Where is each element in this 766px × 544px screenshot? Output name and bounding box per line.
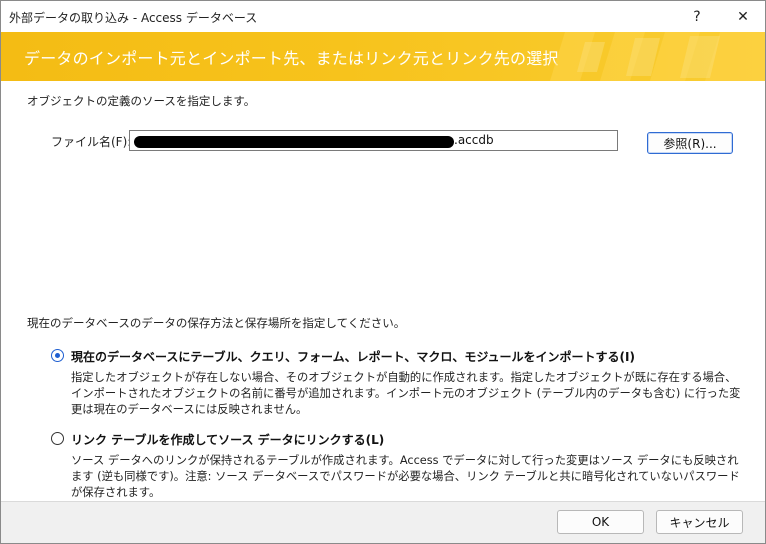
import-dialog: 外部データの取り込み - Access データベース ? ✕ データのインポート… <box>0 0 766 544</box>
file-name-label: ファイル名(F): <box>51 135 132 149</box>
browse-button[interactable]: 参照(R)... <box>647 132 733 154</box>
import-option-label[interactable]: 現在のデータベースにテーブル、クエリ、フォーム、レポート、マクロ、モジュールをイ… <box>71 348 635 365</box>
file-name-value: .accdb <box>454 133 494 147</box>
redacted-path <box>134 136 454 148</box>
file-name-input[interactable]: .accdb <box>129 130 618 151</box>
source-instruction: オブジェクトの定義のソースを指定します。 <box>27 94 256 108</box>
header-banner: データのインポート元とインポート先、またはリンク元とリンク先の選択 <box>1 32 765 81</box>
close-button[interactable]: ✕ <box>721 1 765 32</box>
close-icon: ✕ <box>737 8 749 25</box>
help-button[interactable]: ? <box>675 1 719 32</box>
banner-heading: データのインポート元とインポート先、またはリンク元とリンク先の選択 <box>24 49 559 68</box>
help-icon: ? <box>693 8 701 25</box>
link-option-description: ソース データへのリンクが保持されるテーブルが作成されます。Access でデー… <box>71 454 740 499</box>
storage-instruction: 現在のデータベースのデータの保存方法と保存場所を指定してください。 <box>27 316 406 330</box>
cancel-button[interactable]: キャンセル <box>656 510 743 534</box>
link-option-radio[interactable] <box>51 432 64 445</box>
window-title: 外部データの取り込み - Access データベース <box>9 11 258 25</box>
import-option-description: 指定したオブジェクトが存在しない場合、そのオブジェクトが自動的に作成されます。指… <box>71 371 741 416</box>
ok-button[interactable]: OK <box>557 510 644 534</box>
dialog-footer <box>1 501 765 543</box>
import-option-radio[interactable] <box>51 349 64 362</box>
title-bar: 外部データの取り込み - Access データベース ? ✕ <box>1 1 765 32</box>
banner-decoration <box>550 32 765 81</box>
link-option-label[interactable]: リンク テーブルを作成してソース データにリンクする(L) <box>71 431 384 448</box>
